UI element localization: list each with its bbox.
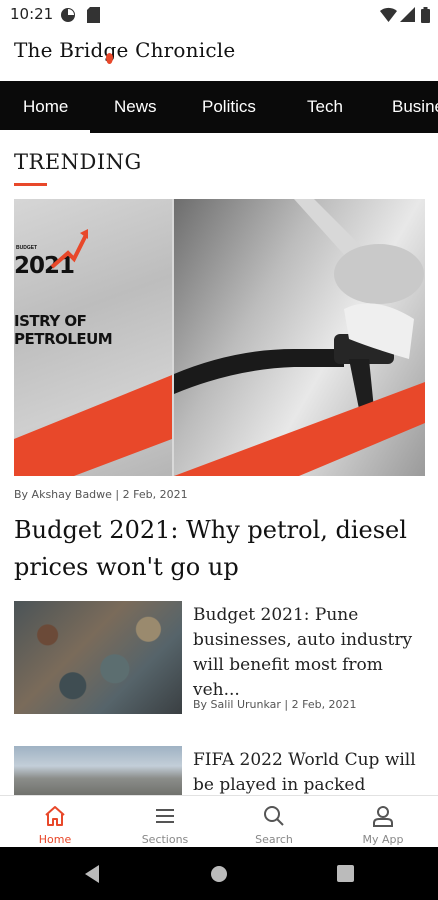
article-thumbnail[interactable]	[14, 746, 182, 796]
section-tabs: Home News Politics Tech Busine	[0, 81, 438, 133]
recents-icon[interactable]	[337, 865, 354, 887]
bottom-nav-my-app[interactable]: My App	[328, 796, 438, 848]
profile-icon	[371, 804, 395, 833]
back-icon[interactable]	[83, 864, 101, 889]
home-icon	[43, 804, 67, 833]
article-thumbnail[interactable]	[14, 601, 182, 714]
tab-home[interactable]: Home	[0, 81, 91, 133]
home-button-icon[interactable]	[210, 865, 228, 888]
tab-business[interactable]: Busine	[392, 81, 438, 133]
app-logo[interactable]: The Bridge Chronicle	[14, 38, 235, 64]
tab-news[interactable]: News	[114, 81, 157, 133]
section-title: TRENDING	[14, 150, 142, 174]
signal-icon	[400, 7, 415, 27]
article-title[interactable]: Budget 2021: Pune businesses, auto indus…	[193, 603, 423, 703]
wifi-icon	[380, 7, 397, 27]
masthead: The Bridge Chronicle	[0, 30, 438, 80]
menu-icon	[153, 804, 177, 833]
hero-headline[interactable]: Budget 2021: Why petrol, diesel prices w…	[14, 512, 414, 586]
tab-politics[interactable]: Politics	[202, 81, 256, 133]
bottom-nav-search[interactable]: Search	[219, 796, 329, 848]
bottom-nav-label: Home	[38, 833, 72, 846]
hero-byline: By Akshay Badwe | 2 Feb, 2021	[14, 488, 188, 501]
hero-accent-stripe	[14, 375, 425, 476]
status-bar: 10:21	[0, 0, 438, 30]
search-icon	[262, 804, 286, 833]
bottom-nav-label: My App	[362, 833, 404, 846]
article-byline: By Salil Urunkar | 2 Feb, 2021	[193, 698, 357, 711]
bottom-nav-label: Search	[255, 833, 293, 846]
status-time: 10:21	[10, 5, 54, 23]
bottom-nav-sections[interactable]: Sections	[110, 796, 220, 848]
bottom-nav-home[interactable]: Home	[0, 796, 110, 848]
battery-icon	[421, 7, 430, 28]
bottom-nav-label: Sections	[141, 833, 189, 846]
bottom-navigation: Home Sections Search My App	[0, 795, 438, 847]
data-saver-icon	[60, 7, 76, 28]
hero-image[interactable]: BUDGET 2021 ISTRY OF PETROLEUM	[14, 199, 425, 476]
sd-card-icon	[87, 7, 100, 28]
article-title[interactable]: FIFA 2022 World Cup will be played in pa…	[193, 748, 423, 795]
tab-tech[interactable]: Tech	[307, 81, 343, 133]
system-navigation-bar	[0, 847, 438, 900]
section-title-underline	[14, 183, 47, 186]
